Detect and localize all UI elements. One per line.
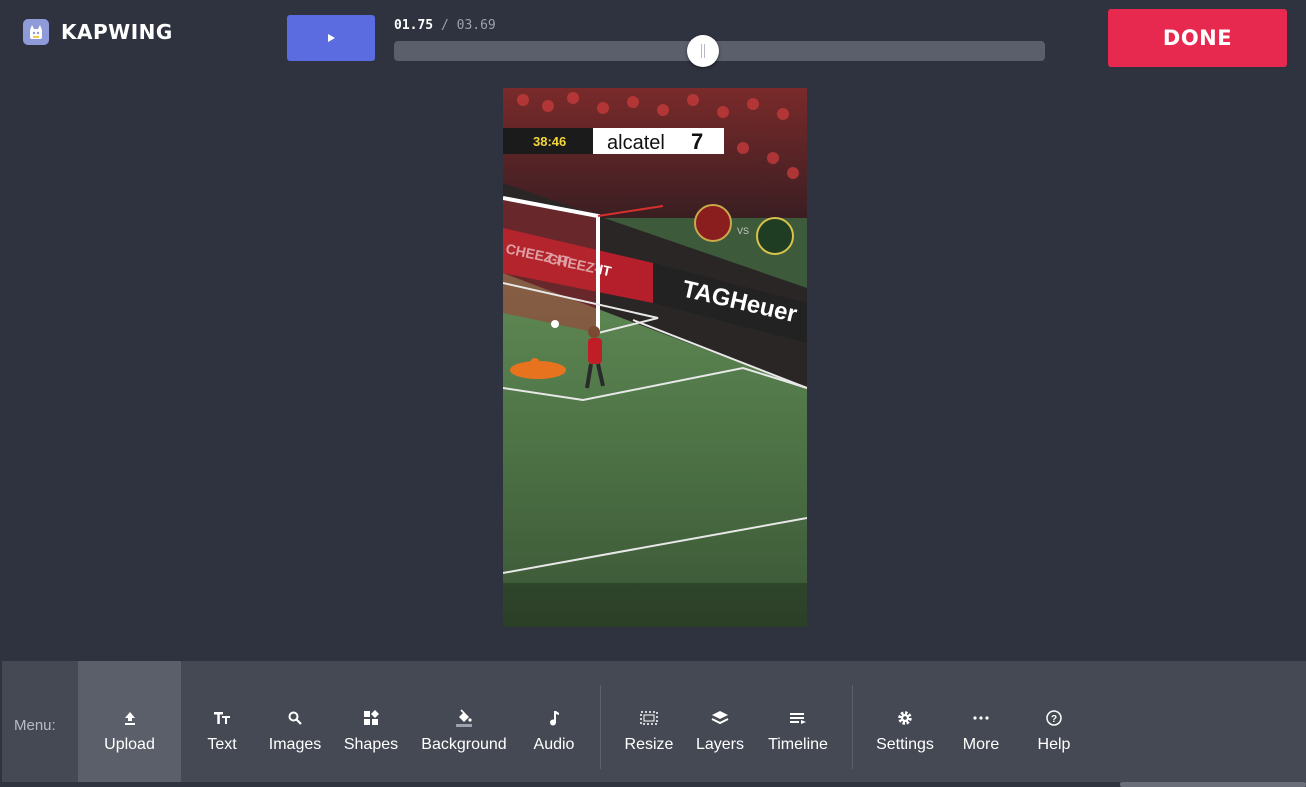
toolbar-divider	[600, 685, 601, 769]
kapwing-logo-icon	[23, 19, 49, 45]
upload-icon	[123, 709, 137, 727]
tool-background[interactable]: Background	[416, 661, 512, 782]
tool-label: Audio	[533, 736, 575, 753]
play-icon	[328, 34, 335, 42]
tool-layers[interactable]: Layers	[692, 661, 748, 782]
tool-upload[interactable]: Upload	[78, 661, 181, 782]
tool-images[interactable]: Images	[264, 661, 326, 782]
tool-settings[interactable]: Settings	[872, 661, 938, 782]
tool-label: Help	[1037, 736, 1071, 753]
play-button[interactable]	[287, 15, 375, 61]
tool-label: Shapes	[343, 736, 399, 753]
time-separator: /	[440, 18, 449, 33]
tool-label: More	[962, 736, 1000, 753]
current-time: 01.75	[394, 18, 434, 33]
tool-label: Upload	[104, 736, 155, 753]
resize-icon	[640, 709, 658, 727]
vs-label: VS	[737, 226, 749, 236]
paint-bucket-icon	[455, 709, 473, 727]
gear-icon	[897, 709, 913, 727]
horizontal-scrollbar[interactable]	[0, 782, 1306, 787]
tool-label: Background	[421, 736, 507, 753]
sponsor-logo: alcatel	[607, 132, 665, 154]
tool-text[interactable]: Text	[198, 661, 246, 782]
timeline-icon	[789, 709, 807, 727]
layers-icon	[711, 709, 729, 727]
scrubber-track[interactable]	[394, 35, 1045, 67]
tool-shapes[interactable]: Shapes	[340, 661, 402, 782]
video-preview[interactable]: CHEEZ-IT CHEEZ-IT TAGHeuer VS 38:46 alca…	[503, 88, 807, 627]
svg-text:?: ?	[1051, 714, 1057, 725]
text-icon	[213, 709, 231, 727]
total-time: 03.69	[456, 18, 496, 33]
bottom-toolbar: Menu: Upload Text Images Shapes Backgrou…	[2, 661, 1306, 787]
tool-help[interactable]: ? Help	[1032, 661, 1076, 782]
scrubber-handle[interactable]	[686, 35, 719, 67]
tool-label: Layers	[695, 736, 745, 753]
done-button[interactable]: DONE	[1108, 9, 1287, 67]
tool-audio[interactable]: Audio	[528, 661, 580, 782]
help-icon: ?	[1046, 709, 1062, 727]
video-frame: CHEEZ-IT CHEEZ-IT TAGHeuer VS 38:46 alca…	[503, 88, 807, 627]
grip-icon	[700, 44, 705, 58]
tool-label: Timeline	[768, 736, 828, 753]
sponsor-number: 7	[691, 129, 703, 154]
app-name: KAPWING	[61, 20, 173, 44]
music-note-icon	[548, 709, 560, 727]
scrollbar-thumb[interactable]	[1120, 782, 1306, 787]
tool-label: Text	[207, 736, 237, 753]
tool-more[interactable]: More	[958, 661, 1004, 782]
tool-label: Resize	[624, 736, 674, 753]
tool-label: Settings	[876, 736, 934, 753]
tool-timeline[interactable]: Timeline	[764, 661, 832, 782]
toolbar-divider	[852, 685, 853, 769]
search-icon	[288, 709, 302, 727]
shapes-icon	[363, 709, 379, 727]
app-logo[interactable]: KAPWING	[23, 19, 173, 45]
match-clock: 38:46	[533, 134, 566, 149]
tool-label: Images	[268, 736, 322, 753]
tool-resize[interactable]: Resize	[620, 661, 678, 782]
more-icon	[973, 709, 989, 727]
menu-label: Menu:	[14, 717, 56, 734]
time-readout: 01.75 / 03.69	[394, 18, 496, 33]
